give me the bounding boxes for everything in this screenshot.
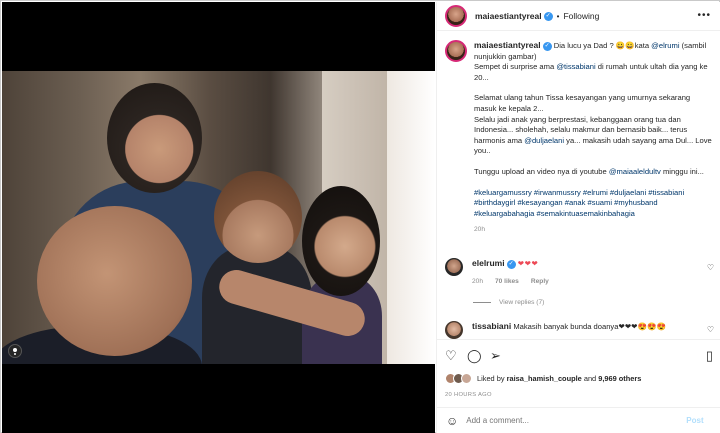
avatar[interactable] (445, 40, 467, 62)
post-header: maiaestiantyreal ✓ • Following ••• (437, 2, 720, 31)
likes-middle: and (581, 374, 599, 383)
post-sidebar: maiaestiantyreal ✓ • Following ••• maiae… (436, 2, 720, 433)
share-icon[interactable]: ➢ (490, 349, 501, 362)
media-panel (2, 2, 435, 433)
mention-link[interactable]: @duljaelani (524, 136, 564, 145)
caption-paragraph: Tunggu upload an video nya di youtube (474, 166, 609, 176)
reply-button[interactable]: Reply (531, 278, 549, 285)
caption-line1: Dia lucu ya Dad ? 😀😀kata (551, 41, 652, 50)
mention-link[interactable]: @tissabiani (556, 62, 595, 71)
photo-person-head (107, 83, 202, 193)
caption-line2: Sempet di surprise ama (474, 62, 557, 72)
heart-icon[interactable]: ♡ (445, 349, 457, 362)
comment-username[interactable]: tissabiani (472, 321, 511, 331)
caption-username[interactable]: maiaestiantyreal (474, 40, 541, 50)
instagram-post-window: maiaestiantyreal ✓ • Following ••• maiae… (0, 0, 720, 433)
comment-like-heart-icon[interactable]: ♡ (707, 325, 714, 334)
avatar[interactable] (445, 321, 463, 339)
liker-avatar (461, 373, 472, 384)
comment-item: elelrumi ✓ ❤❤❤ 20h 70 likes Reply (445, 258, 715, 287)
comment-text: ❤❤❤ (517, 259, 539, 268)
following-button[interactable]: Following (563, 11, 599, 21)
view-replies-button[interactable]: View replies (7) (473, 299, 544, 306)
caption-paragraph-end: minggu ini... (660, 166, 704, 176)
caption-time: 20h (474, 226, 486, 234)
comment-item: tissabiani Makasih banyak bunda doanya❤❤… (445, 321, 715, 339)
hashtag-links[interactable]: #keluargamussry #irwanmussry #elrumi #du… (474, 188, 714, 220)
caption-text: maiaestiantyreal ✓ Dia lucu ya Dad ? 😀😀ka… (474, 40, 714, 236)
user-tag-icon[interactable] (8, 344, 22, 358)
header-username[interactable]: maiaestiantyreal (475, 11, 542, 21)
comment-icon[interactable]: ◯ (467, 349, 482, 362)
comment-time: 20h (472, 278, 484, 285)
post-timestamp: 20 HOURS AGO (445, 392, 492, 398)
verified-badge-icon: ✓ (543, 11, 553, 21)
bookmark-icon[interactable]: ▯ (706, 349, 713, 362)
likes-prefix: Liked by (477, 374, 507, 383)
mention-link[interactable]: @elrumi (651, 41, 679, 50)
likes-count[interactable]: 9,969 others (598, 374, 641, 383)
post-photo[interactable] (2, 71, 435, 364)
action-bar: ♡ ◯ ➢ ▯ (437, 339, 720, 365)
mention-link[interactable]: @maiaaleldultv (609, 167, 661, 176)
comment-text: Makasih banyak bunda doanya❤❤❤😍😍😍 (511, 322, 666, 331)
photo-person-head (214, 171, 302, 263)
liker-username[interactable]: raisa_hamish_couple (507, 374, 582, 383)
separator-dot: • (556, 11, 560, 21)
photo-door (387, 71, 435, 364)
comment-username[interactable]: elelrumi (472, 258, 505, 268)
likes-summary: Liked by raisa_hamish_couple and 9,969 o… (445, 373, 641, 384)
verified-badge-icon: ✓ (506, 259, 516, 269)
post-caption: maiaestiantyreal ✓ Dia lucu ya Dad ? 😀😀ka… (445, 40, 715, 236)
photo-person-head (37, 206, 192, 356)
avatar[interactable] (445, 5, 467, 27)
avatar[interactable] (445, 258, 463, 276)
more-options-icon[interactable]: ••• (697, 10, 711, 21)
emoji-icon[interactable]: ☺ (446, 414, 458, 428)
add-comment-bar: ☺ Post (437, 407, 720, 433)
post-comment-button[interactable]: Post (686, 416, 703, 425)
comment-likes[interactable]: 70 likes (495, 278, 519, 285)
comment-input[interactable] (466, 416, 677, 425)
comment-like-heart-icon[interactable]: ♡ (707, 263, 714, 272)
verified-badge-icon: ✓ (542, 41, 552, 51)
photo-person-head (302, 186, 380, 296)
